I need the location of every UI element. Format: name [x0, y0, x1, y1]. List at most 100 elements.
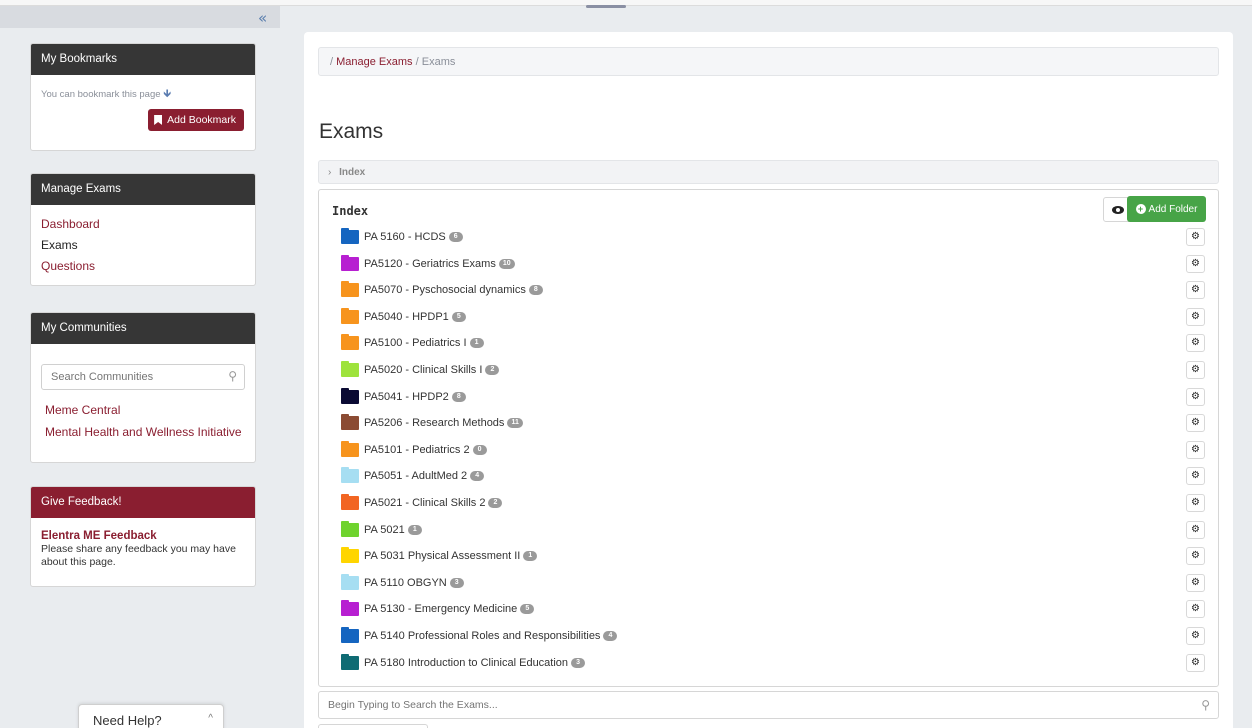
drag-handle[interactable]	[586, 5, 626, 8]
folder-icon	[341, 414, 359, 431]
folder-settings-button[interactable]: ⚙	[1186, 653, 1205, 672]
folder-icon	[341, 334, 359, 351]
folder-name[interactable]: PA 5130 - Emergency Medicine	[364, 603, 517, 615]
folder-row[interactable]: PA5040 - HPDP1 5 ⚙	[341, 306, 1205, 328]
breadcrumb-manage-exams[interactable]: Manage Exams	[336, 56, 412, 68]
chevron-up-icon: ^	[208, 713, 213, 724]
count-badge: 1	[469, 338, 484, 349]
folder-row[interactable]: PA 5130 - Emergency Medicine 5 ⚙	[341, 598, 1205, 620]
folder-row[interactable]: PA5020 - Clinical Skills I 2 ⚙	[341, 359, 1205, 381]
folder-row[interactable]: PA 5021 1 ⚙	[341, 519, 1205, 541]
folder-name[interactable]: PA5120 - Geriatrics Exams	[364, 258, 496, 270]
count-badge: 0	[472, 444, 487, 455]
folder-name[interactable]: PA5040 - HPDP1	[364, 311, 449, 323]
exam-search: ⚲	[318, 691, 1219, 719]
folder-name[interactable]: PA 5110 OBGYN	[364, 577, 447, 589]
folder-row[interactable]: PA5100 - Pediatrics I 1 ⚙	[341, 332, 1205, 354]
count-badge: 6	[448, 232, 463, 242]
bookmarks-title: My Bookmarks	[31, 44, 255, 75]
folder-icon	[341, 387, 359, 404]
feedback-card: Give Feedback! Elentra ME Feedback Pleas…	[30, 486, 256, 587]
community-link-meme-central[interactable]: Meme Central	[41, 403, 245, 417]
folder-row[interactable]: PA5041 - HPDP2 8 ⚙	[341, 386, 1205, 408]
folder-row[interactable]: PA5070 - Pyschosocial dynamics 8 ⚙	[341, 279, 1205, 301]
communities-card: My Communities ⚲ Meme Central Mental Hea…	[30, 312, 256, 463]
menu-item-exams[interactable]: Exams	[41, 238, 245, 252]
menu-item-questions[interactable]: Questions	[41, 259, 245, 273]
folder-name[interactable]: PA5051 - AdultMed 2	[364, 470, 467, 482]
folder-row[interactable]: PA 5110 OBGYN 3 ⚙	[341, 572, 1205, 594]
folder-settings-button[interactable]: ⚙	[1186, 254, 1205, 273]
count-badge: 5	[451, 311, 466, 322]
add-folder-button[interactable]: + Add Folder	[1127, 196, 1206, 222]
folder-settings-button[interactable]: ⚙	[1186, 334, 1205, 353]
folder-row[interactable]: PA 5031 Physical Assessment II 1 ⚙	[341, 545, 1205, 567]
feedback-link[interactable]: Elentra ME Feedback	[41, 530, 245, 542]
gear-icon: ⚙	[1191, 550, 1200, 562]
folder-settings-button[interactable]: ⚙	[1186, 547, 1205, 566]
folder-name[interactable]: PA5101 - Pediatrics 2	[364, 444, 470, 456]
folder-name[interactable]: PA 5160 - HCDS	[364, 231, 446, 243]
folder-settings-button[interactable]: ⚙	[1186, 494, 1205, 512]
community-link-mental-health[interactable]: Mental Health and Wellness Initiative	[41, 425, 245, 439]
folder-name[interactable]: PA 5021	[364, 524, 405, 536]
bookmarks-card: My Bookmarks You can bookmark this page …	[30, 43, 256, 151]
index-toggle[interactable]: › Index	[318, 160, 1219, 184]
folder-row[interactable]: PA 5180 Introduction to Clinical Educati…	[341, 652, 1205, 674]
count-badge: 8	[528, 285, 543, 296]
folder-settings-button[interactable]: ⚙	[1186, 520, 1205, 539]
folder-icon	[341, 627, 359, 643]
community-search-input[interactable]	[42, 365, 244, 389]
folder-row[interactable]: PA5051 - AdultMed 2 4 ⚙	[341, 465, 1205, 487]
gear-icon: ⚙	[1191, 443, 1200, 455]
search-icon[interactable]: ⚲	[228, 369, 237, 383]
folder-settings-button[interactable]: ⚙	[1186, 387, 1205, 406]
folder-row[interactable]: PA 5160 - HCDS 6 ⚙	[341, 226, 1205, 248]
folder-settings-button[interactable]: ⚙	[1186, 414, 1205, 433]
folder-name[interactable]: PA 5180 Introduction to Clinical Educati…	[364, 657, 568, 669]
need-help-tab[interactable]: Need Help? ^	[78, 704, 224, 728]
folder-icon	[341, 547, 359, 564]
eye-icon	[1111, 205, 1124, 214]
search-icon[interactable]: ⚲	[1201, 698, 1210, 712]
folder-icon	[341, 307, 359, 324]
folder-name[interactable]: PA5070 - Pyschosocial dynamics	[364, 284, 526, 296]
folder-name[interactable]: PA 5140 Professional Roles and Responsib…	[364, 630, 600, 642]
folder-name[interactable]: PA 5031 Physical Assessment II	[364, 550, 520, 562]
folder-name[interactable]: PA5206 - Research Methods	[364, 417, 504, 429]
gear-icon: ⚙	[1191, 364, 1200, 375]
folder-settings-button[interactable]: ⚙	[1186, 573, 1205, 592]
collapse-sidebar-icon[interactable]: «	[258, 11, 267, 26]
count-badge: 1	[523, 551, 538, 562]
folder-row[interactable]: PA5206 - Research Methods 11 ⚙	[341, 412, 1205, 434]
folder-settings-button[interactable]: ⚙	[1186, 361, 1205, 379]
gear-icon: ⚙	[1191, 284, 1200, 296]
folder-name[interactable]: PA5021 - Clinical Skills 2	[364, 497, 485, 509]
count-badge: 4	[603, 631, 618, 641]
folder-icon	[341, 440, 359, 457]
folder-row[interactable]: PA5120 - Geriatrics Exams 10 ⚙	[341, 253, 1205, 275]
folder-row[interactable]: PA5101 - Pediatrics 2 0 ⚙	[341, 439, 1205, 461]
folder-name[interactable]: PA5100 - Pediatrics I	[364, 337, 467, 349]
folder-settings-button[interactable]: ⚙	[1186, 440, 1205, 459]
gear-icon: ⚙	[1191, 603, 1200, 615]
breadcrumb: / Manage Exams / Exams	[318, 47, 1219, 76]
folder-row[interactable]: PA 5140 Professional Roles and Responsib…	[341, 625, 1205, 647]
count-badge: 2	[488, 498, 503, 508]
exam-search-input[interactable]	[319, 692, 1218, 718]
folder-row[interactable]: PA5021 - Clinical Skills 2 2 ⚙	[341, 492, 1205, 514]
folder-settings-button[interactable]: ⚙	[1186, 228, 1205, 246]
folder-settings-button[interactable]: ⚙	[1186, 467, 1205, 486]
folder-settings-button[interactable]: ⚙	[1186, 281, 1205, 300]
menu-item-dashboard[interactable]: Dashboard	[41, 217, 245, 231]
count-badge: 3	[449, 577, 464, 588]
gear-icon: ⚙	[1191, 337, 1200, 349]
gear-icon: ⚙	[1191, 497, 1200, 508]
folder-settings-button[interactable]: ⚙	[1186, 307, 1205, 326]
folder-name[interactable]: PA5041 - HPDP2	[364, 391, 449, 403]
folder-settings-button[interactable]: ⚙	[1186, 600, 1205, 619]
folder-settings-button[interactable]: ⚙	[1186, 627, 1205, 645]
add-bookmark-button[interactable]: Add Bookmark	[148, 109, 244, 131]
folder-name[interactable]: PA5020 - Clinical Skills I	[364, 364, 482, 376]
count-badge: 10	[498, 258, 515, 269]
